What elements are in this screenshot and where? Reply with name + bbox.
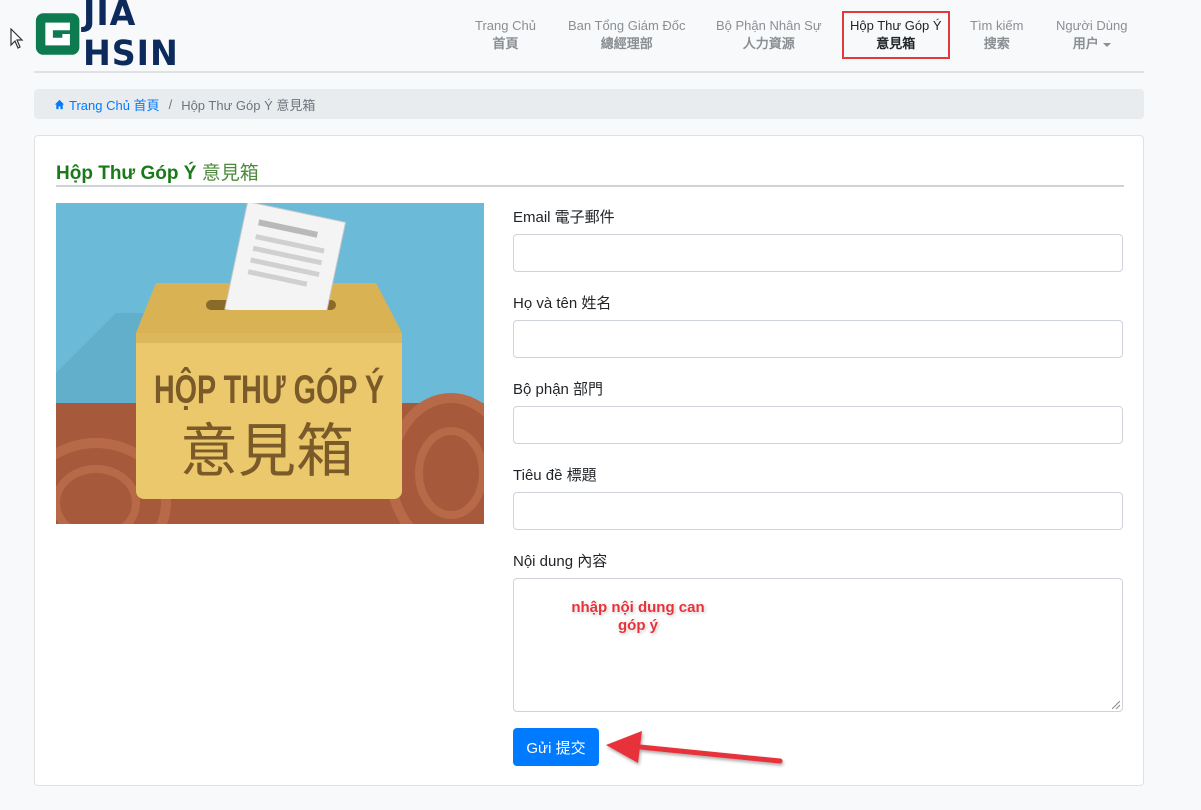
nav-item-search[interactable]: Tìm kiếm 搜索 — [970, 17, 1023, 53]
breadcrumb-home-label: Trang Chủ 首頁 — [69, 97, 160, 113]
nav-item-general-director-zh: 總經理部 — [600, 36, 653, 51]
mouse-cursor-icon — [10, 28, 24, 49]
subject-label: Tiêu đề 標題 — [513, 467, 597, 484]
nav-item-home-zh: 首頁 — [492, 36, 519, 51]
top-navbar: JIA HSIN Trang Chủ 首頁 Ban Tổng Giám Đốc … — [34, 0, 1144, 74]
email-label: Email 電子郵件 — [513, 209, 615, 226]
illustration-text-zh: 意見箱 — [180, 417, 354, 485]
name-label: Họ và tên 姓名 — [513, 295, 612, 312]
email-field[interactable] — [513, 234, 1123, 272]
suggestion-form: Email 電子郵件 Họ và tên 姓名 Bộ phận 部門 Tiêu … — [513, 202, 1123, 802]
nav-item-general-director[interactable]: Ban Tổng Giám Đốc 總經理部 — [568, 17, 686, 53]
resize-handle-icon[interactable] — [1112, 701, 1120, 709]
name-field[interactable] — [513, 320, 1123, 358]
department-field[interactable] — [513, 406, 1123, 444]
breadcrumb-separator: / — [168, 96, 173, 112]
page-title-zh: 意見箱 — [201, 162, 259, 184]
annotation-arrow-icon — [606, 731, 783, 764]
breadcrumb-current: Hộp Thư Góp Ý 意見箱 — [181, 97, 316, 113]
nav-item-user-zh: 用户 — [1072, 36, 1099, 51]
nav-item-suggestion-box-vi: Hộp Thư Góp Ý — [850, 18, 942, 33]
department-label: Bộ phận 部門 — [513, 381, 604, 398]
page-title-vi: Hộp Thư Góp Ý — [56, 163, 197, 184]
nav-item-suggestion-box-zh: 意見箱 — [876, 36, 916, 51]
nav-item-user-vi: Người Dùng — [1056, 18, 1128, 33]
nav-item-user-dropdown[interactable]: Người Dùng 用户 — [1056, 17, 1127, 53]
page-title: Hộp Thư Góp Ý 意見箱 — [56, 158, 1124, 187]
nav-item-home-vi: Trang Chủ — [475, 18, 536, 33]
brand-logo[interactable]: JIA HSIN — [34, 0, 244, 74]
breadcrumb: Trang Chủ 首頁 / Hộp Thư Góp Ý 意見箱 — [34, 89, 1144, 119]
brand-name: JIA HSIN — [83, 0, 180, 74]
submit-button[interactable]: Gửi 提交 — [513, 728, 599, 766]
illustration-text-vi: HỘP THƯ GÓP Ý — [154, 366, 384, 412]
nav-item-search-zh: 搜索 — [983, 36, 1010, 51]
nav-item-home[interactable]: Trang Chủ 首頁 — [475, 17, 536, 53]
content-label: Nội dung 內容 — [513, 553, 608, 570]
content-textarea[interactable]: nhập nội dung can góp ý — [513, 578, 1123, 712]
nav-item-human-resources-zh: 人力資源 — [742, 36, 795, 51]
caret-down-icon — [1102, 42, 1111, 47]
nav-item-search-vi: Tìm kiếm — [970, 18, 1024, 33]
nav-item-suggestion-box[interactable]: Hộp Thư Góp Ý 意見箱 — [842, 11, 950, 59]
subject-field[interactable] — [513, 492, 1123, 530]
nav-item-human-resources[interactable]: Bộ Phận Nhân Sự 人力資源 — [716, 17, 822, 53]
content-annotation: nhập nội dung can góp ý — [571, 599, 705, 634]
jia-hsin-logo-icon — [35, 13, 80, 55]
nav-item-human-resources-vi: Bộ Phận Nhân Sự — [716, 18, 822, 33]
breadcrumb-home-link[interactable]: Trang Chủ 首頁 — [54, 95, 160, 114]
nav-item-general-director-vi: Ban Tổng Giám Đốc — [568, 18, 686, 33]
home-icon — [54, 99, 65, 109]
suggestion-box-illustration: HỘP THƯ GÓP Ý 意見箱 — [56, 203, 484, 524]
